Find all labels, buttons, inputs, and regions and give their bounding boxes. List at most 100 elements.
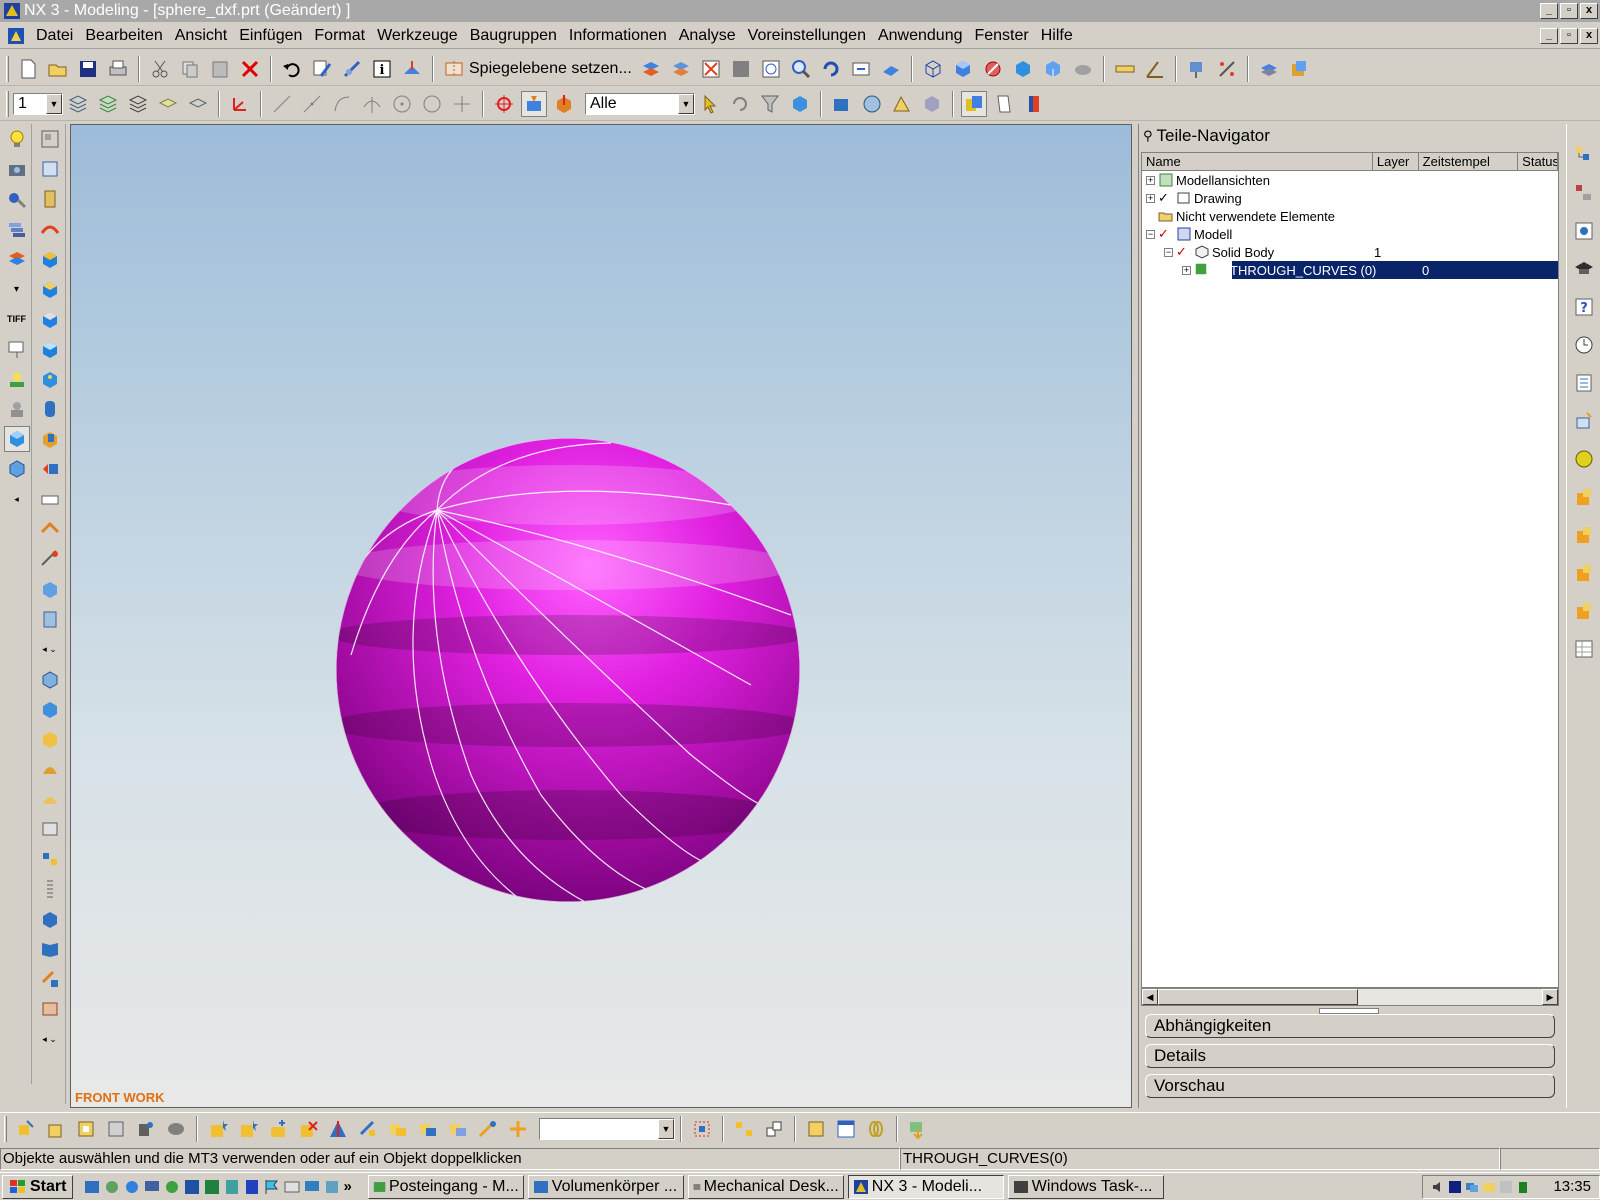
menu-werkzeuge[interactable]: Werkzeuge (371, 27, 464, 45)
window-icon[interactable] (833, 1116, 859, 1142)
delete-icon[interactable] (237, 56, 263, 82)
green-check-icon[interactable] (1194, 262, 1210, 278)
flag-icon[interactable] (263, 1178, 281, 1196)
block-icon[interactable] (37, 246, 63, 272)
task-posteingang[interactable]: Posteingang - M... (367, 1174, 524, 1199)
section-details[interactable]: Details (1145, 1044, 1555, 1068)
pocket-icon[interactable] (37, 426, 63, 452)
tree-item-unused[interactable]: Nicht verwendete Elemente (1142, 207, 1558, 225)
studio-icon[interactable] (1070, 56, 1096, 82)
close-button[interactable]: x (1580, 3, 1598, 19)
edge-blend-icon[interactable] (37, 576, 63, 602)
menu-anwendung[interactable]: Anwendung (872, 27, 969, 45)
doc-restore-button[interactable]: ▫ (1560, 27, 1578, 44)
volume-icon[interactable] (1431, 1180, 1445, 1194)
slot-icon[interactable] (37, 486, 63, 512)
zoom-window-icon[interactable] (758, 56, 784, 82)
body-select-icon[interactable] (787, 91, 813, 117)
type-filter-select[interactable]: Alle ▼ (585, 92, 695, 115)
menu-hilfe[interactable]: Hilfe (1035, 27, 1079, 45)
circle-icon[interactable] (419, 91, 445, 117)
wire-cube-icon[interactable] (4, 456, 30, 482)
line2-icon[interactable] (299, 91, 325, 117)
restore-button[interactable]: ▫ (1560, 3, 1578, 19)
ie-icon[interactable] (123, 1178, 141, 1196)
split-body-icon[interactable] (37, 786, 63, 812)
trim-body-icon[interactable] (37, 756, 63, 782)
new-component-icon[interactable] (43, 1116, 69, 1142)
sequence-icon[interactable] (505, 1116, 531, 1142)
chevron-down-icon[interactable]: ▼ (678, 93, 694, 114)
pin-icon[interactable]: ⚲ (1143, 128, 1153, 144)
mirror-body-icon[interactable] (37, 906, 63, 932)
shaded-icon[interactable] (950, 56, 976, 82)
orient-view-icon[interactable] (878, 56, 904, 82)
tree-item-solid-body[interactable]: − ✓ Solid Body 1 (1142, 243, 1558, 261)
clone-icon[interactable] (415, 1116, 441, 1142)
draft-icon[interactable] (37, 696, 63, 722)
column-zeitstempel[interactable]: Zeitstempel (1419, 153, 1519, 170)
undo-icon[interactable] (279, 56, 305, 82)
remove-component-icon[interactable] (295, 1116, 321, 1142)
pattern-icon[interactable] (37, 846, 63, 872)
network-icon[interactable] (103, 1178, 121, 1196)
collapse-icon[interactable]: − (1146, 229, 1155, 239)
feature-select-icon[interactable] (551, 91, 577, 117)
layers-icon[interactable] (1256, 56, 1282, 82)
array-icon[interactable] (103, 1116, 129, 1142)
menu-bearbeiten[interactable]: Bearbeiten (79, 27, 168, 45)
edit-sheet-icon[interactable] (991, 91, 1017, 117)
export-icon[interactable] (905, 1116, 931, 1142)
work-layer-select[interactable]: 1 ▼ (13, 92, 63, 115)
app-icon[interactable] (223, 1178, 241, 1196)
red-check-icon[interactable]: ✓ (1158, 226, 1174, 242)
shaded-cube-icon[interactable] (3, 426, 30, 452)
info-icon[interactable]: i (369, 56, 395, 82)
paste-icon[interactable] (207, 56, 233, 82)
render-icon[interactable] (4, 336, 30, 362)
minimize-button[interactable]: _ (1540, 3, 1558, 19)
layer-move-icon[interactable] (638, 56, 664, 82)
system-materials-icon[interactable] (1571, 370, 1597, 396)
stand-icon[interactable] (4, 396, 30, 422)
analysis-icon[interactable] (399, 56, 425, 82)
reposition-icon[interactable] (133, 1116, 159, 1142)
assembly-navigator-icon[interactable] (1571, 142, 1597, 168)
tree-item-modellansichten[interactable]: + Modellansichten (1142, 171, 1558, 189)
revolve-icon[interactable] (37, 186, 63, 212)
replace-component-icon[interactable] (355, 1116, 381, 1142)
monitor-icon[interactable] (303, 1178, 321, 1196)
palette-3-icon[interactable] (1571, 560, 1597, 586)
display-part-icon[interactable] (961, 90, 987, 117)
add-component-icon[interactable] (13, 1116, 39, 1142)
chamfer-icon[interactable] (37, 606, 63, 632)
mirror-plane-button[interactable]: Spiegelebene setzen... (439, 58, 636, 80)
fit-icon[interactable] (698, 56, 724, 82)
point-plus-icon[interactable] (449, 91, 475, 117)
insert-star-icon[interactable] (205, 1116, 231, 1142)
tree-item-modell[interactable]: − ✓ Modell (1142, 225, 1558, 243)
point-icon[interactable] (1184, 56, 1210, 82)
cone-icon[interactable] (37, 306, 63, 332)
desktop-icon[interactable] (143, 1178, 161, 1196)
battery-icon[interactable] (1516, 1180, 1530, 1194)
palette-4-icon[interactable] (1571, 598, 1597, 624)
expand-icon[interactable]: + (1182, 265, 1191, 275)
sphere-icon[interactable] (37, 336, 63, 362)
part-navigator-icon[interactable] (1571, 180, 1597, 206)
arc-icon[interactable] (329, 91, 355, 117)
surface-analysis-icon[interactable] (919, 91, 945, 117)
select-all-icon[interactable] (697, 91, 723, 117)
doc-minimize-button[interactable]: _ (1540, 27, 1558, 44)
interference-icon[interactable] (445, 1116, 471, 1142)
scroll-right-arrow-icon[interactable]: ▶ (1542, 989, 1558, 1005)
pan-icon[interactable] (848, 56, 874, 82)
column-status[interactable]: Status (1518, 153, 1558, 170)
new-file-icon[interactable] (15, 56, 41, 82)
tray-blue-icon[interactable] (1448, 1180, 1462, 1194)
selection-mode-icon[interactable] (521, 90, 547, 117)
task-volumenkoerper[interactable]: Volumenkörper ... (527, 1174, 684, 1199)
training-icon[interactable] (1571, 256, 1597, 282)
lightbulb-icon[interactable] (4, 126, 30, 152)
section-vorschau[interactable]: Vorschau (1145, 1074, 1555, 1098)
